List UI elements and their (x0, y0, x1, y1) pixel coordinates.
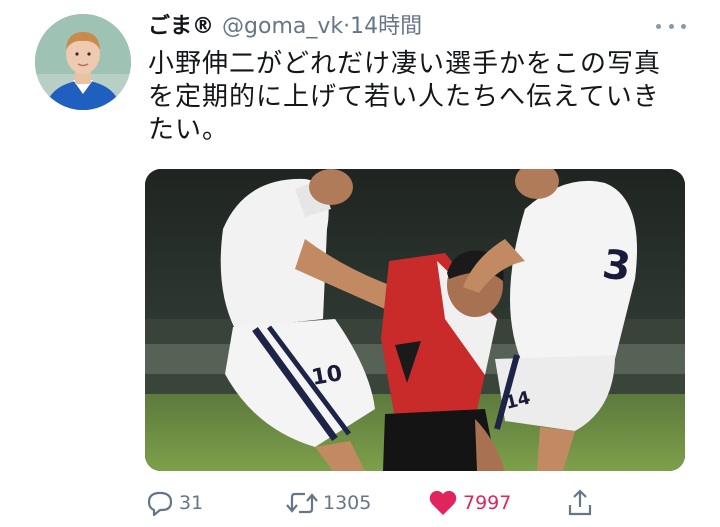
retweet-count: 1305 (323, 492, 372, 514)
tweet-actions: 31 1305 7997 (145, 483, 605, 523)
heart-icon (429, 490, 457, 515)
soccer-photo: 10 3 14 (145, 169, 685, 471)
user-avatar[interactable] (35, 14, 131, 110)
retweet-icon (286, 492, 318, 514)
tweet-photo[interactable]: 10 3 14 (145, 169, 685, 471)
tweet-header: ごま® @goma_vk · 14時間 (148, 10, 660, 44)
jersey-number-10: 10 (310, 361, 345, 391)
tweet-text: 小野伸二がどれだけ凄い選手かをこの写真を定期的に上げて若い人たちへ伝えていきたい… (148, 49, 662, 145)
display-name[interactable]: ごま® (148, 10, 214, 44)
reply-icon (147, 491, 173, 517)
user-handle[interactable]: @goma_vk (222, 10, 343, 44)
more-dot (656, 23, 661, 29)
more-dot (681, 23, 686, 29)
share-icon (568, 489, 592, 516)
tweet-timestamp[interactable]: 14時間 (350, 10, 422, 44)
separator-dot: · (343, 14, 351, 39)
like-count: 7997 (463, 492, 512, 514)
more-dot (668, 23, 674, 29)
reply-button[interactable]: 31 (145, 483, 203, 523)
tweet[interactable]: ごま® @goma_vk · 14時間 小野伸二がどれだけ凄い選手かをこの写真を… (0, 0, 720, 527)
retweet-button[interactable]: 1305 (285, 483, 371, 523)
avatar-photo-icon (35, 14, 131, 110)
reply-count: 31 (179, 492, 204, 514)
like-button[interactable]: 7997 (427, 483, 511, 523)
share-button[interactable] (565, 483, 599, 523)
more-options-icon[interactable] (656, 18, 686, 34)
